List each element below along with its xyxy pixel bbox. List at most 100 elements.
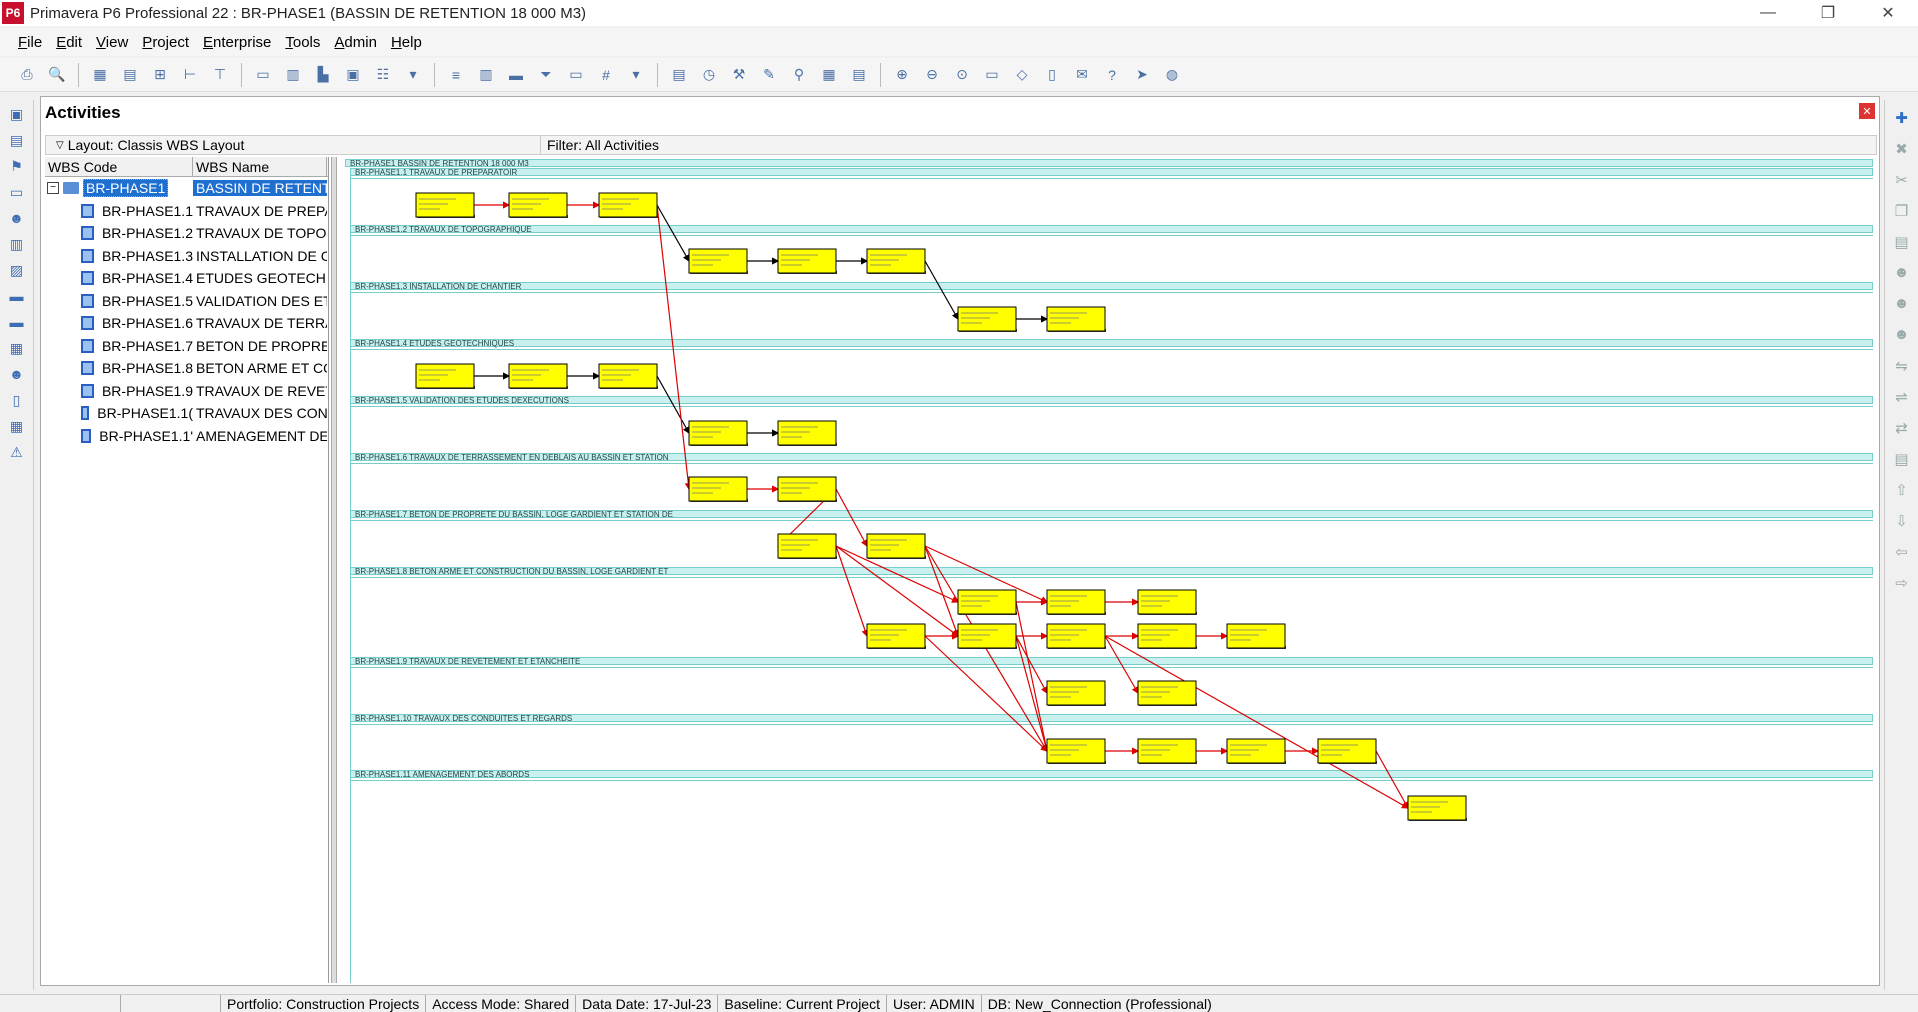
clock-icon[interactable]: ◷ <box>698 64 720 86</box>
layout-icon[interactable]: ▭ <box>565 64 587 86</box>
activity-box[interactable] <box>866 623 926 649</box>
zoom-in-icon[interactable]: ⊕ <box>891 64 913 86</box>
activity-box[interactable] <box>1137 680 1197 706</box>
chart-icon[interactable]: ▨ <box>6 262 28 282</box>
menu-edit[interactable]: Edit <box>56 34 82 51</box>
menu-view[interactable]: View <box>96 34 128 51</box>
pane-splitter[interactable] <box>331 157 337 983</box>
group-sort-icon[interactable]: ≡ <box>445 64 467 86</box>
activity-box[interactable] <box>598 363 658 389</box>
activity-box[interactable] <box>866 533 926 559</box>
filter-label[interactable]: Filter: All Activities <box>541 137 659 153</box>
document-icon[interactable]: ▯ <box>6 392 28 412</box>
move-left-icon[interactable]: ⇦ <box>1891 543 1913 565</box>
menu-file[interactable]: File <box>18 34 42 51</box>
table-row[interactable]: BR-PHASE1.7BETON DE PROPRETI <box>45 335 328 358</box>
table-row[interactable]: BR-PHASE1.5VALIDATION DES ETU <box>45 290 328 313</box>
activity-box[interactable] <box>1407 795 1467 821</box>
activities-icon[interactable]: ▬ <box>6 288 28 308</box>
close-panel-icon[interactable]: ✕ <box>1859 103 1875 119</box>
hash-icon[interactable]: # <box>595 64 617 86</box>
zoom-fit-icon[interactable]: ⊙ <box>951 64 973 86</box>
link-icon[interactable]: ⇄ <box>1891 419 1913 441</box>
assignments-icon[interactable]: ▬ <box>6 314 28 334</box>
table-row[interactable]: BR-PHASE1.9 TRAVAUX DE REVET <box>45 380 328 403</box>
assign-code-icon[interactable]: ☻ <box>1891 326 1913 348</box>
table-row[interactable]: BR-PHASE1.1(TRAVAUX DES CONI <box>45 402 328 425</box>
activity-box[interactable] <box>508 192 568 218</box>
add-icon[interactable]: ✚ <box>1891 109 1913 131</box>
filter-icon[interactable]: ⏷ <box>535 64 557 86</box>
activity-table-icon[interactable]: ▦ <box>89 64 111 86</box>
restore-icon[interactable]: ❐ <box>1806 0 1850 26</box>
wbs-tree-icon[interactable]: ▦ <box>6 340 28 360</box>
activity-box[interactable] <box>508 363 568 389</box>
activity-box[interactable] <box>866 248 926 274</box>
table-row[interactable]: BR-PHASE1.1 TRAVAUX DE PREPA <box>45 200 328 223</box>
projects-icon[interactable]: ▣ <box>6 106 28 126</box>
move-up-icon[interactable]: ⇧ <box>1891 481 1913 503</box>
bar-chart-icon[interactable]: ▙ <box>312 64 334 86</box>
assign-successor-icon[interactable]: ⇌ <box>1891 388 1913 410</box>
table-row[interactable]: BR-PHASE1.3 INSTALLATION DE CH <box>45 245 328 268</box>
activity-box[interactable] <box>1226 738 1286 764</box>
layout-selector[interactable]: ▽ Layout: Classis WBS Layout <box>46 136 541 154</box>
table-row[interactable]: BR-PHASE1.4 ETUDES GEOTECHNI <box>45 267 328 290</box>
apply-actuals-icon[interactable]: ✎ <box>758 64 780 86</box>
menu-tools[interactable]: Tools <box>285 34 320 51</box>
expand-icon[interactable]: ▭ <box>981 64 1003 86</box>
columns-icon[interactable]: ▥ <box>475 64 497 86</box>
menu-project[interactable]: Project <box>142 34 189 51</box>
send-icon[interactable]: ➤ <box>1131 64 1153 86</box>
column-header-wbs-code[interactable]: WBS Code <box>45 157 193 176</box>
activity-box[interactable] <box>1137 623 1197 649</box>
activity-box[interactable] <box>598 192 658 218</box>
trace-logic-icon[interactable]: ⊢ <box>179 64 201 86</box>
split-icon[interactable]: ▯ <box>1041 64 1063 86</box>
activity-box[interactable] <box>957 589 1017 615</box>
calculator-icon[interactable]: ▦ <box>6 418 28 438</box>
gantt-chart-icon[interactable]: ▤ <box>119 64 141 86</box>
activity-box[interactable] <box>1137 589 1197 615</box>
paste-icon[interactable]: ▤ <box>1891 233 1913 255</box>
activity-box[interactable] <box>777 533 837 559</box>
open-folder-icon[interactable]: ▭ <box>6 184 28 204</box>
wbs-layout-icon[interactable]: ⊤ <box>209 64 231 86</box>
menu-enterprise[interactable]: Enterprise <box>203 34 271 51</box>
activity-box[interactable] <box>1046 306 1106 332</box>
more-options-icon[interactable]: ▾ <box>625 64 647 86</box>
bars-icon[interactable]: ▬ <box>505 64 527 86</box>
menu-admin[interactable]: Admin <box>334 34 377 51</box>
activity-box[interactable] <box>777 476 837 502</box>
activity-box[interactable] <box>688 420 748 446</box>
table-row[interactable]: BR-PHASE1.1' AMENAGEMENT DES <box>45 425 328 448</box>
assign-resource-icon[interactable]: ☻ <box>1891 264 1913 286</box>
table-row[interactable]: BR-PHASE1.8 BETON ARME ET COI <box>45 357 328 380</box>
activity-box[interactable] <box>777 248 837 274</box>
activity-box[interactable] <box>415 192 475 218</box>
usage-icon[interactable]: ▣ <box>342 64 364 86</box>
assign-role-icon[interactable]: ☻ <box>1891 295 1913 317</box>
reports-icon[interactable]: ▥ <box>6 236 28 256</box>
resources-icon[interactable]: ☻ <box>6 210 28 230</box>
move-right-icon[interactable]: ⇨ <box>1891 574 1913 596</box>
resource-profile-icon[interactable]: ▥ <box>282 64 304 86</box>
activity-box[interactable] <box>1046 589 1106 615</box>
user-icon[interactable]: ☻ <box>6 366 28 386</box>
activity-box[interactable] <box>1046 738 1106 764</box>
activity-box[interactable] <box>957 623 1017 649</box>
menu-help[interactable]: Help <box>391 34 422 51</box>
zoom-out-icon[interactable]: ⊖ <box>921 64 943 86</box>
activity-box[interactable] <box>415 363 475 389</box>
level-resources-icon[interactable]: ⚒ <box>728 64 750 86</box>
activity-box[interactable] <box>1046 680 1106 706</box>
print-preview-icon[interactable]: 🔍 <box>46 64 68 86</box>
table-row[interactable]: BR-PHASE1.6 TRAVAUX DE TERRA <box>45 312 328 335</box>
activity-box[interactable] <box>688 476 748 502</box>
globe-help-icon[interactable]: ◍ <box>1161 64 1183 86</box>
summarize-icon[interactable]: ▤ <box>848 64 870 86</box>
move-down-icon[interactable]: ⇩ <box>1891 512 1913 534</box>
tracking-icon[interactable]: ⚑ <box>6 158 28 178</box>
assign-predecessor-icon[interactable]: ⇋ <box>1891 357 1913 379</box>
notebook-icon[interactable]: ▤ <box>1891 450 1913 472</box>
